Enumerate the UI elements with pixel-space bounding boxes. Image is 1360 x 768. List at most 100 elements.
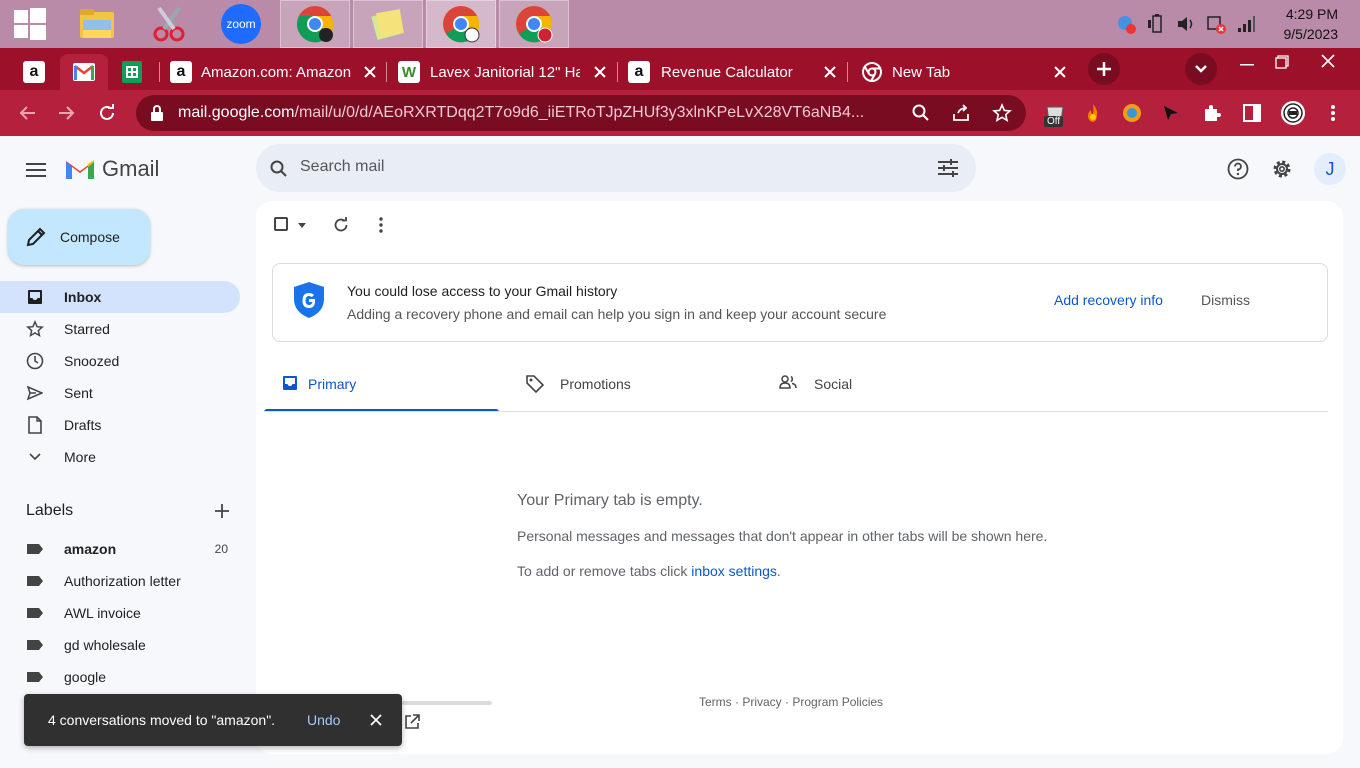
select-checkbox[interactable]: [274, 217, 288, 231]
zoom-search-icon[interactable]: [912, 104, 930, 122]
nav-item-drafts[interactable]: Drafts: [0, 409, 240, 441]
inbox-settings-link[interactable]: inbox settings: [691, 563, 777, 579]
undo-button[interactable]: Undo: [307, 712, 340, 728]
profile-button[interactable]: [1279, 100, 1307, 126]
restore-icon: [1275, 55, 1289, 69]
chrome-taskbar-icon-2[interactable]: [426, 0, 496, 48]
wifi-signal-icon[interactable]: [1235, 13, 1257, 35]
privacy-link[interactable]: Privacy: [742, 695, 781, 709]
clock-date: 9/5/2023: [1283, 26, 1339, 42]
terms-link[interactable]: Terms: [699, 695, 732, 709]
nav-item-inbox[interactable]: Inbox: [0, 281, 240, 313]
snipping-tool-icon[interactable]: [134, 0, 204, 48]
support-button[interactable]: [1224, 155, 1252, 183]
side-panel-button[interactable]: [1239, 100, 1265, 126]
restore-button[interactable]: [1271, 51, 1293, 73]
pinned-tab-gmail[interactable]: [60, 54, 108, 90]
extension-off-badge: Off: [1044, 116, 1064, 127]
open-in-new-icon[interactable]: [404, 714, 420, 730]
nav-item-more[interactable]: More: [0, 441, 240, 473]
search-bar[interactable]: Search mail: [256, 144, 976, 192]
minimize-button[interactable]: [1236, 54, 1258, 76]
url-domain: mail.google.com: [178, 104, 295, 121]
label-item-amazon[interactable]: amazon 20: [0, 533, 240, 565]
system-clock[interactable]: 4:29 PM 9/5/2023: [1284, 4, 1339, 44]
volume-icon[interactable]: [1175, 13, 1197, 35]
windows-start-icon[interactable]: [0, 0, 60, 48]
close-tab-icon[interactable]: [590, 62, 610, 82]
close-tab-icon[interactable]: [360, 62, 380, 82]
settings-button[interactable]: [1268, 155, 1296, 183]
tab-primary[interactable]: Primary: [264, 373, 499, 413]
new-tab-button[interactable]: [1088, 53, 1120, 85]
tab-search-button[interactable]: [1185, 53, 1217, 85]
network-warning-icon[interactable]: [1205, 13, 1227, 35]
extensions-button[interactable]: [1199, 100, 1225, 126]
more-options-icon[interactable]: [379, 217, 383, 233]
battery-icon[interactable]: [1145, 13, 1167, 35]
main-menu-button[interactable]: [18, 152, 54, 188]
close-window-button[interactable]: [1316, 50, 1340, 72]
pencil-icon: [26, 227, 46, 247]
pinned-tab-amazon[interactable]: a: [12, 54, 56, 90]
tab-new-tab[interactable]: New Tab: [850, 54, 1074, 90]
gmail-logo[interactable]: Gmail: [64, 156, 159, 182]
select-dropdown-icon[interactable]: [298, 223, 306, 228]
sticky-notes-icon[interactable]: [353, 0, 423, 48]
forward-button[interactable]: [54, 100, 80, 126]
browser-toolbar: mail.google.com/mail/u/0/d/AEoRXRTDqq2T7…: [0, 90, 1360, 136]
reload-button[interactable]: [94, 100, 120, 126]
search-input[interactable]: Search mail: [300, 158, 384, 176]
bookmark-star-icon[interactable]: [992, 103, 1012, 123]
send-icon: [26, 384, 44, 402]
compose-button[interactable]: Compose: [8, 209, 150, 265]
label-item-google[interactable]: google: [0, 661, 240, 693]
add-recovery-info-button[interactable]: Add recovery info: [1054, 292, 1163, 308]
tab-promotions[interactable]: Promotions: [508, 373, 743, 413]
file-explorer-icon[interactable]: [62, 0, 132, 48]
search-options-icon[interactable]: [938, 159, 958, 177]
address-bar[interactable]: mail.google.com/mail/u/0/d/AEoRXRTDqq2T7…: [136, 95, 1026, 131]
pinned-tab-sheets[interactable]: [110, 54, 154, 90]
tab-label: Promotions: [560, 376, 631, 392]
banner-text: Adding a recovery phone and email can he…: [347, 306, 887, 322]
extension-fire-button[interactable]: [1080, 100, 1106, 126]
chrome-taskbar-icon[interactable]: [280, 0, 350, 48]
close-tab-icon[interactable]: [1050, 62, 1070, 82]
account-avatar[interactable]: J: [1314, 153, 1346, 185]
chrome-taskbar-icon-3[interactable]: [499, 0, 569, 48]
tab-amazon[interactable]: a Amazon.com: Amazon: [162, 54, 384, 90]
tab-lavex[interactable]: W Lavex Janitorial 12" Ha: [390, 54, 614, 90]
program-policies-link[interactable]: Program Policies: [792, 695, 883, 709]
extension-off-button[interactable]: Off: [1040, 100, 1070, 127]
label-item-authorization-letter[interactable]: Authorization letter: [0, 565, 240, 597]
chrome-menu-button[interactable]: [1320, 100, 1346, 126]
inbox-icon: [282, 375, 298, 391]
label-item-awl-invoice[interactable]: AWL invoice: [0, 597, 240, 629]
tab-revenue-calculator[interactable]: a Revenue Calculator: [620, 54, 844, 90]
nav-item-starred[interactable]: Starred: [0, 313, 240, 345]
share-icon[interactable]: [952, 104, 970, 122]
amazon-icon: a: [628, 61, 650, 83]
dismiss-button[interactable]: Dismiss: [1201, 292, 1250, 308]
back-button[interactable]: [14, 100, 40, 126]
extension-cursor-button[interactable]: [1158, 100, 1184, 126]
url-path: /mail/u/0/d/AEoRXRTDqq2T7o9d6_iiETRoTJpZ…: [294, 104, 865, 121]
search-icon[interactable]: [270, 160, 288, 178]
close-snackbar-icon[interactable]: [370, 714, 382, 726]
weather-tray-icon[interactable]: [1115, 13, 1137, 35]
profile-avatar-icon: [1281, 101, 1305, 125]
label-item-gd-wholesale[interactable]: gd wholesale: [0, 629, 240, 661]
nav-item-snoozed[interactable]: Snoozed: [0, 345, 240, 377]
star-icon: [26, 320, 44, 338]
footer-links: Terms · Privacy · Program Policies: [699, 695, 883, 709]
refresh-icon[interactable]: [333, 217, 349, 233]
tab-title: New Tab: [892, 63, 951, 81]
extension-circle-button[interactable]: [1119, 100, 1145, 126]
nav-item-sent[interactable]: Sent: [0, 377, 240, 409]
gear-icon: [1273, 160, 1291, 178]
zoom-icon[interactable]: zoom: [206, 0, 276, 48]
create-label-button[interactable]: [210, 500, 234, 522]
tab-social[interactable]: Social: [761, 373, 996, 413]
close-tab-icon[interactable]: [820, 62, 840, 82]
